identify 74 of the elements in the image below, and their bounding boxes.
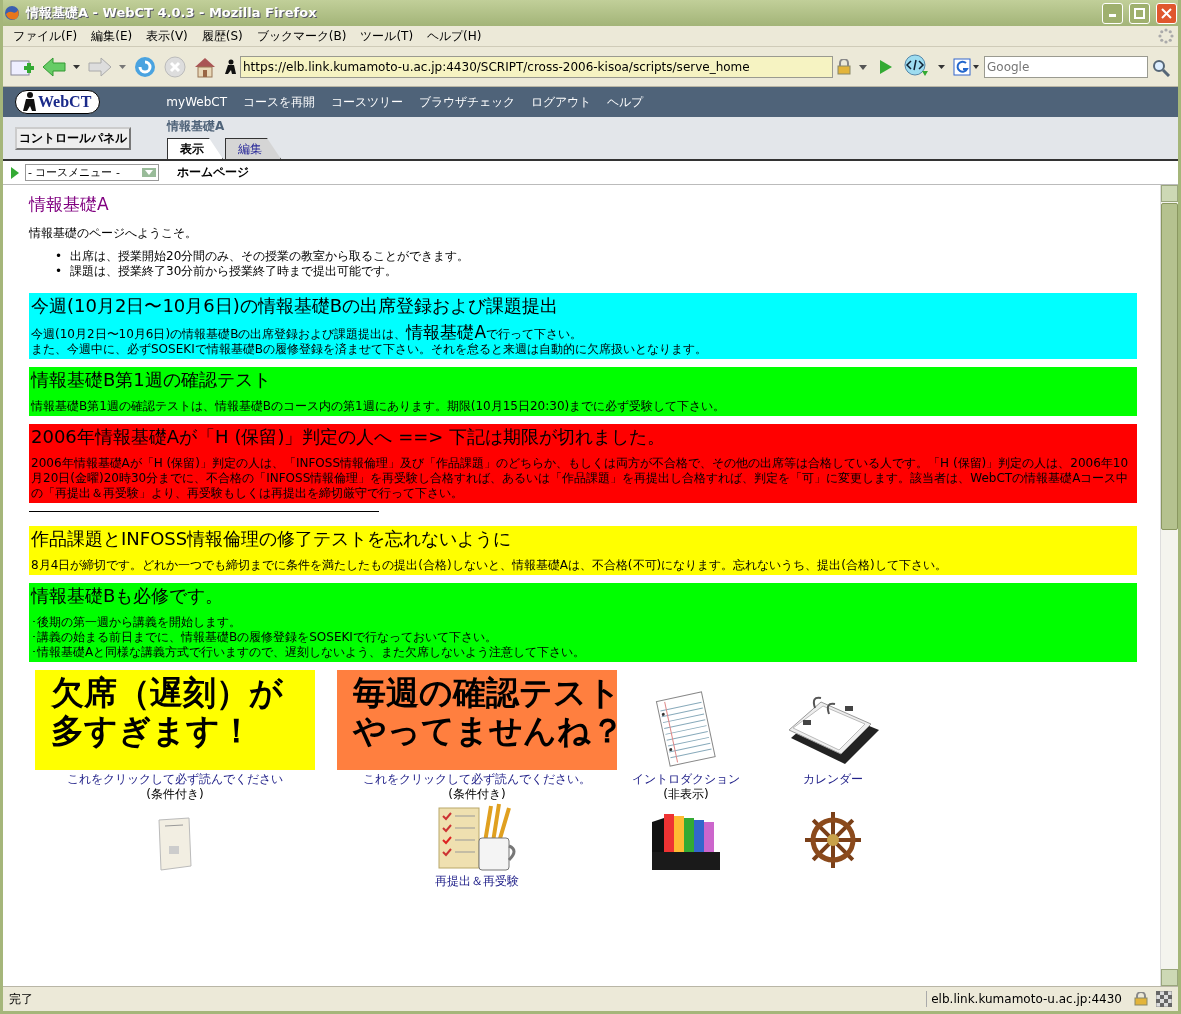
menu-item[interactable]: 編集(E) [85,25,139,47]
tool-link[interactable]: カレンダー [803,772,863,787]
menu-item[interactable]: ツール(T) [354,25,420,47]
header-link[interactable]: ログアウト [531,93,591,111]
notice-text: ･後期の第一週から講義を開始します。 [31,615,242,630]
notice-text: 8月4日が締切です。どれか一つでも締切までに条件を満たしたもの提出(合格)しないと、情報基礎Aは、不合格(不可)になります。忘れないうち、提出(合格)して下さい。 [31,558,948,573]
header-link[interactable]: ブラウザチェック [419,93,515,111]
header-link[interactable]: コースツリー [331,93,403,111]
header-link[interactable]: コースを再開 [243,93,315,111]
control-panel-button[interactable]: コントロールパネル [15,126,131,150]
notice-heading: 情報基礎Bも必修です。 [31,584,225,607]
notice-text: 情報基礎B第1週の確認テストは、情報基礎Bのコース内の第1週にあります。期限(10月15日20:30)までに必ず受験して下さい。 [31,399,727,414]
bullet-marker: • [55,264,63,279]
reload-button[interactable] [133,54,157,79]
notice-text: また、今週中に、必ずSOSEKIで情報基礎Bの履修登録を済ませて下さい。それを怠ると来週は自動的に欠席扱いとなります。 [31,342,708,357]
status-text: 完了 [9,990,34,1008]
course-menu-dropdown[interactable]: - コースメニュー - [25,164,159,181]
breadcrumb: ホームページ [177,164,249,181]
browser-logo-icon [4,5,20,21]
address-field[interactable]: https://elb.link.kumamoto-u.ac.jp:4430/SCRIPT/cross-2006-kisoa/scripts/serve_home [240,55,833,78]
maximize-icon [1134,7,1145,19]
checker-icon [1156,991,1172,1007]
menu-item[interactable]: ファイル(F) [7,25,84,47]
throbber-icon [1158,28,1174,44]
maximize-button[interactable] [1129,2,1150,24]
bullet-item: 出席は、授業開始20分間のみ、その授業の教室から取ることができます。 [70,249,470,264]
scrollbar[interactable] [1160,185,1178,986]
back-button[interactable] [41,55,67,78]
notice-text: ･情報基礎Aと同様な講義方式で行いますので、遅刻しないよう、また欠席しないよう注意して下さい。 [31,645,587,660]
notice-heading: 今週(10月2日〜10月6日)の情報基礎Bの出席登録および課題提出 [31,294,560,317]
page-title: 情報基礎A [29,193,110,216]
webct-logo[interactable]: WebCT [15,90,101,114]
forward-button[interactable] [87,55,113,78]
stop-button[interactable] [163,54,187,79]
padlock-icon [836,58,852,75]
menu-item[interactable]: ヘルプ(H) [421,25,488,47]
header-link[interactable]: myWebCT [166,95,227,109]
tool-link[interactable]: イントロダクション [632,772,740,787]
tool-note: (条件付き) [146,787,204,802]
menu-item[interactable]: ブックマーク(B) [250,25,353,47]
banner[interactable]: 欠席（遅刻）が 多すぎます！ [35,670,315,770]
status-host: elb.link.kumamoto-u.ac.jp:4430 [926,991,1126,1007]
notice-heading: 2006年情報基礎Aが「H (保留)」判定の人へ ==> 下記は期限が切れました。 [31,425,667,448]
view-tab[interactable]: 表示 [167,138,223,159]
welcome-text: 情報基礎のページへようこそ。 [29,226,198,241]
menu-item[interactable]: 履歴(S) [195,25,249,47]
padlock-icon [1134,992,1148,1006]
notice-heading: 情報基礎B第1週の確認テスト [31,368,272,391]
close-icon [1161,7,1172,19]
notice-heading: 作品課題とINFOSS情報倫理の修了テストを忘れないように [31,527,513,550]
notice-text: 2006年情報基礎Aが「H (保留)」判定の人は、「INFOSS情報倫理」及び「作品課題」のどちらか、もしくは両方が不合格で、その他の出席等は合格している人です。「H (保留)」判定の人は、2006年10月20日(金曜)20時30分までに、不合格の「INFOSS情報倫理」を再受験し合格すれば、あるいは「作品課題」を再提出し合格すれば、判定を「可」に変更します。該当者は、WebCTの情報基礎Aコース中の「再提出＆再受験」より、再受験もしくは再提出を締切厳守で行って下さい。 [31,456,1130,501]
notice-text: 今週(10月2日〜10月6日)の情報基礎Bの出席登録および課題提出は、情報基礎Aで行って下さい。 [31,325,584,342]
close-button[interactable] [1156,2,1177,24]
bullet-marker: • [55,249,63,264]
tool-link[interactable]: 再提出＆再受験 [435,874,519,889]
site-figure-icon [223,58,237,75]
search-field[interactable]: Google [984,55,1148,78]
minimize-button[interactable] [1102,2,1123,24]
tool-link[interactable]: これをクリックして必ず読んでください [67,772,283,787]
search-engine-icon[interactable] [952,56,982,77]
menu-item[interactable]: 表示(V) [140,25,194,47]
bullet-item: 課題は、授業終了30分前から授業終了時まで提出可能です。 [70,264,398,279]
tool-note: (非表示) [663,787,709,802]
course-name: 情報基礎A [167,118,226,135]
window-title: 情報基礎A - WebCT 4.0.3 - Mozilla Firefox [26,4,318,22]
folded-card-icon [155,816,195,872]
header-link[interactable]: ヘルプ [607,93,643,111]
tool-link[interactable]: これをクリックして必ず読んでください。 [363,772,591,787]
tool-note: (条件付き) [448,787,506,802]
dropdown-arrow-icon [142,168,156,177]
view-tab[interactable]: 編集 [225,138,281,159]
banner[interactable]: 毎週の確認テスト やってませんね？ [337,670,617,770]
play-arrow-icon[interactable] [11,166,19,179]
notice-text: ･講義の始まる前日までに、情報基礎Bの履修登録をSOSEKIで行なっておいて下さい。 [31,630,498,645]
